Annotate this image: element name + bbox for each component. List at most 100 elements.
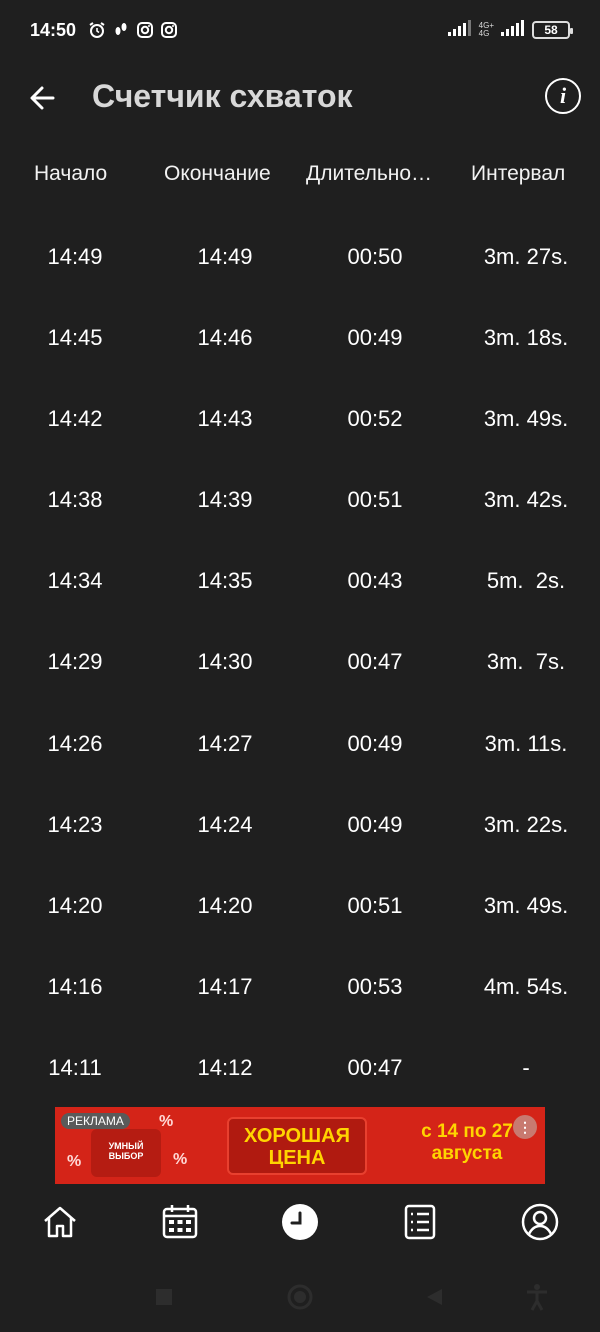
circle-icon	[287, 1284, 313, 1310]
column-header-interval: Интервал	[471, 162, 566, 185]
cell-interval: -	[522, 1054, 530, 1080]
contractions-table: 14:49 14:49 00:50 3m. 27s. 14:45 14:46 0…	[0, 216, 600, 1108]
more-vertical-icon: ⋮	[518, 1118, 532, 1135]
cell-interval: 3m. 11s.	[484, 730, 568, 756]
percent-icon: %	[67, 1153, 82, 1170]
accessibility-button[interactable]	[524, 1284, 550, 1311]
cell-duration: 00:50	[347, 244, 403, 269]
cell-duration: 00:47	[347, 649, 403, 675]
cell-end: 14:39	[197, 487, 253, 513]
nav-calendar[interactable]	[160, 1202, 200, 1242]
instagram-icon	[160, 21, 178, 39]
cell-end: 14:46	[197, 325, 253, 351]
cell-duration: 00:53	[347, 973, 403, 999]
cell-interval: 4m. 54s.	[483, 973, 569, 999]
square-icon	[156, 1289, 172, 1305]
cell-duration: 00:43	[347, 568, 403, 594]
app-bar: Счетчик схваток i	[0, 62, 600, 132]
cell-duration: 00:49	[347, 730, 403, 756]
bottom-navigation	[0, 1190, 600, 1256]
home-icon	[44, 1206, 76, 1238]
nav-home[interactable]	[40, 1202, 80, 1242]
back-system-button[interactable]	[421, 1284, 447, 1310]
table-row[interactable]: 14:45 14:46 00:49 3m. 18s.	[0, 297, 600, 378]
table-row[interactable]: 14:38 14:39 00:51 3m. 42s.	[0, 459, 600, 540]
alarm-icon	[88, 21, 106, 39]
calendar-icon	[162, 1205, 198, 1239]
cell-start: 14:42	[47, 406, 103, 432]
instagram-icon	[136, 21, 154, 39]
percent-icon: %	[173, 1151, 188, 1168]
signal-icon	[447, 19, 473, 42]
cell-end: 14:35	[197, 568, 253, 594]
page-title: Счетчик схваток	[92, 78, 353, 114]
cell-end: 14:12	[197, 1054, 253, 1080]
back-button[interactable]	[24, 80, 60, 116]
percent-icon: %	[159, 1113, 174, 1130]
cell-start: 14:38	[47, 487, 103, 513]
cell-start: 14:20	[47, 892, 103, 918]
cell-interval: 3m. 49s.	[483, 892, 569, 918]
cell-duration: 00:47	[347, 1054, 403, 1080]
cell-start: 14:34	[47, 568, 103, 594]
clock-icon	[282, 1204, 318, 1240]
cell-start: 14:29	[47, 649, 103, 675]
column-header-end: Окончание	[164, 162, 271, 185]
table-row[interactable]: 14:49 14:49 00:50 3m. 27s.	[0, 216, 600, 297]
status-bar: 14:50 4G+ 4G 58	[0, 0, 600, 60]
table-row[interactable]: 14:29 14:30 00:47 3m. 7s.	[0, 621, 600, 702]
accessibility-icon	[527, 1284, 547, 1311]
steps-icon	[112, 21, 130, 39]
status-time: 14:50	[30, 19, 77, 40]
cell-start: 14:45	[47, 325, 103, 351]
ad-banner[interactable]: РЕКЛАМА УМНЫЙ ВЫБОР % % % ХОРОШАЯ ЦЕНА с…	[55, 1107, 545, 1184]
cell-end: 14:30	[197, 649, 253, 675]
cell-duration: 00:51	[347, 487, 403, 513]
cell-end: 14:49	[197, 244, 253, 269]
nav-list[interactable]	[400, 1202, 440, 1242]
cell-end: 14:20	[197, 892, 253, 918]
cell-start: 14:11	[48, 1054, 102, 1080]
network-type: 4G+ 4G	[478, 21, 494, 38]
ad-headline: ХОРОШАЯ ЦЕНА	[227, 1117, 367, 1175]
table-row[interactable]: 14:26 14:27 00:49 3m. 11s.	[0, 703, 600, 784]
cell-start: 14:23	[47, 811, 103, 837]
info-icon: i	[559, 83, 567, 108]
list-icon	[404, 1204, 436, 1240]
cell-duration: 00:49	[347, 811, 403, 837]
table-header: Начало Окончание Длительно… Интервал	[0, 152, 600, 198]
system-navigation	[0, 1262, 600, 1332]
cell-end: 14:27	[197, 730, 253, 756]
cell-interval: 3m. 27s.	[483, 244, 569, 269]
home-button[interactable]	[287, 1284, 313, 1310]
cell-duration: 00:49	[347, 325, 403, 351]
column-header-start: Начало	[34, 162, 108, 185]
cell-duration: 00:52	[347, 406, 403, 432]
cell-end: 14:24	[197, 811, 253, 837]
table-row[interactable]: 14:16 14:17 00:53 4m. 54s.	[0, 946, 600, 1027]
table-row[interactable]: 14:11 14:12 00:47 -	[0, 1027, 600, 1108]
cell-end: 14:43	[197, 406, 253, 432]
cell-start: 14:26	[47, 730, 103, 756]
battery-indicator: 58	[532, 21, 573, 39]
table-row[interactable]: 14:34 14:35 00:43 5m. 2s.	[0, 540, 600, 621]
ad-dates: с 14 по 27 августа	[421, 1121, 513, 1164]
cell-interval: 3m. 22s.	[483, 811, 569, 837]
cell-start: 14:49	[47, 244, 103, 269]
cell-interval: 3m. 7s.	[486, 649, 566, 675]
table-row[interactable]: 14:42 14:43 00:52 3m. 49s.	[0, 378, 600, 459]
ad-options-button[interactable]: ⋮	[513, 1115, 537, 1139]
table-row[interactable]: 14:20 14:20 00:51 3m. 49s.	[0, 865, 600, 946]
ad-label: РЕКЛАМА	[61, 1113, 130, 1129]
cell-interval: 3m. 49s.	[483, 406, 569, 432]
recents-button[interactable]	[151, 1284, 177, 1310]
cell-interval: 3m. 42s.	[483, 487, 569, 513]
arrow-left-icon	[30, 86, 55, 110]
cell-start: 14:16	[47, 973, 103, 999]
table-row[interactable]: 14:23 14:24 00:49 3m. 22s.	[0, 784, 600, 865]
info-button[interactable]: i	[545, 78, 581, 114]
nav-timer[interactable]	[280, 1202, 320, 1242]
ad-badge: УМНЫЙ ВЫБОР	[91, 1129, 161, 1177]
signal-icon	[500, 19, 526, 42]
nav-profile[interactable]	[520, 1202, 560, 1242]
